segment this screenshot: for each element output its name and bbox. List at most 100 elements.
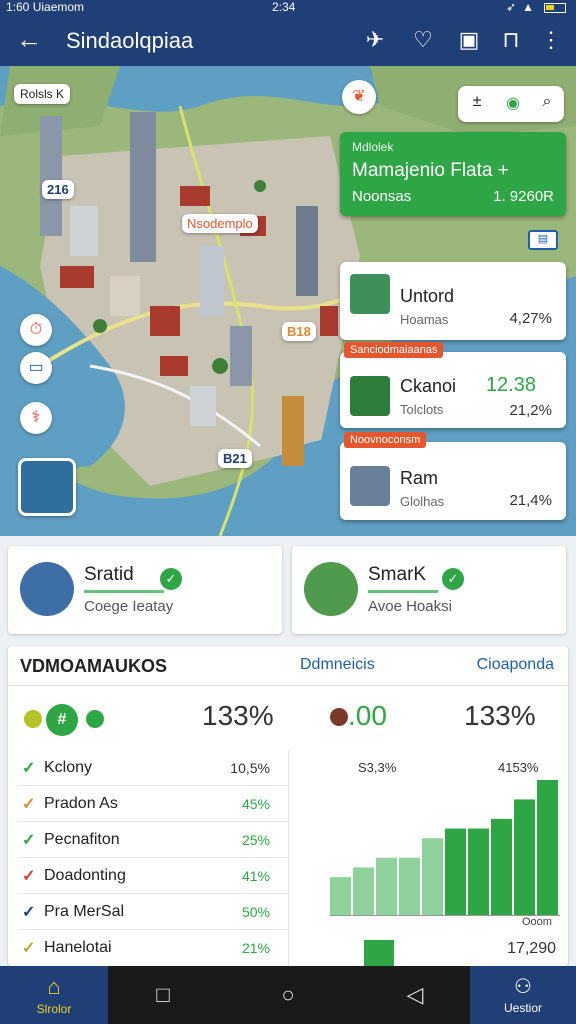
metric-value: 10,5% [230, 760, 270, 776]
camera-icon[interactable]: ▤ [528, 230, 558, 250]
map-pin-label[interactable]: B18 [282, 322, 316, 341]
avatar [304, 562, 358, 616]
poi-subtitle: Tolclots [400, 402, 444, 417]
place-card[interactable]: Sratid ✓ Coege Ieatay [8, 546, 282, 634]
chart-total: 17,290 [507, 940, 556, 957]
poi-name: Ckanoi [400, 376, 457, 396]
place-subtitle: Coege Ieatay [84, 598, 174, 615]
check-icon: ✓ [22, 940, 36, 957]
home-circle-icon[interactable]: ○ [275, 982, 301, 1008]
more-vertical-icon[interactable]: ⋮ [536, 25, 566, 55]
chart-bar [376, 857, 397, 916]
timer-icon[interactable]: ⏱ [20, 314, 52, 346]
calendar-icon[interactable]: ▣ [454, 25, 484, 55]
poi-card[interactable]: Untord Hoamas 4,27% [340, 262, 566, 340]
place-card[interactable]: SmarK ✓ Avoe Hoaksi [292, 546, 566, 634]
hashtag-icon[interactable]: # [46, 704, 78, 736]
check-circle-icon [86, 710, 104, 728]
check-icon: ✓ [22, 796, 36, 813]
metric-value: 41% [241, 868, 270, 884]
status-dot-icon [24, 710, 42, 728]
status-icons: ➶▲ [506, 0, 566, 14]
bottom-nav: ⌂ Slrolor □ ○ ◁ ⚇ Uestior [0, 966, 576, 1024]
place-name: Sratid [84, 564, 134, 585]
metric-value: 21% [241, 940, 270, 956]
map-pin-label[interactable]: Nsodemplo [182, 214, 258, 233]
poi-thumbnail [350, 466, 390, 506]
metric-label: Pradon As [44, 795, 118, 812]
metric-label: Doadonting [44, 867, 126, 884]
list-item[interactable]: ✓ Pecnafiton 25% [18, 822, 288, 858]
place-subtitle: Avoe Hoaksi [368, 598, 452, 615]
chart-bar [514, 799, 535, 916]
heart-icon[interactable]: ♡ [408, 25, 438, 55]
verified-icon: ✓ [442, 568, 464, 590]
list-item[interactable]: ✓ Pra MerSal 50% [18, 894, 288, 930]
metric-label: Pra MerSal [44, 903, 125, 920]
metric-label: Kclony [44, 759, 93, 776]
nav-home-label: Slrolor [36, 1002, 72, 1016]
pin-icon[interactable]: ✈ [360, 25, 390, 55]
poi-card[interactable]: Sanciodmaiaanas Ckanoi Tolclots 12.38 21… [340, 342, 566, 428]
check-icon: ✓ [22, 904, 36, 921]
list-item[interactable]: ✓ Doadonting 41% [18, 858, 288, 894]
globe-icon[interactable]: ◉ [502, 93, 524, 113]
check-icon: ✓ [22, 760, 36, 777]
chart-bar [353, 867, 374, 916]
nav-home[interactable]: ⌂ Slrolor [0, 966, 108, 1024]
back-arrow-icon[interactable]: ← [16, 24, 46, 54]
progress-line [368, 590, 438, 593]
map-layer-chip[interactable]: Rolsls K [14, 84, 71, 104]
home-icon: ⌂ [47, 974, 61, 999]
adjust-icon[interactable]: ± [466, 93, 488, 111]
search-icon[interactable]: ⌕ [536, 93, 558, 111]
bar-chart [330, 780, 560, 916]
mini-bar [364, 940, 394, 966]
column-header: S3,3% [358, 760, 397, 775]
chart-bar [422, 838, 443, 916]
map-toolbox: ± ◉ ⌕ [458, 86, 564, 122]
user-icon: ⚇ [514, 976, 532, 998]
poi-tag: Sanciodmaiaanas [344, 342, 444, 358]
check-icon: ✓ [22, 832, 36, 849]
poi-card[interactable]: Noovnoconsm Ram Glolhas 21,4% [340, 432, 566, 520]
screen-icon[interactable]: ▭ [20, 352, 52, 384]
city-map[interactable]: Rolsls K 216 Nsodemplo B21 B18 ⏱ ▭ ⚕ ❦ ±… [0, 66, 576, 536]
highlight-card[interactable]: Mdlolek Mamajenio Flata + Noonsas 1. 926… [340, 132, 566, 216]
nav-user[interactable]: ⚇ Uestior [470, 966, 576, 1024]
metric-value: 50% [241, 904, 270, 920]
wifi-icon: ▲ [522, 0, 540, 14]
list-item[interactable]: ✓ Hanelotai 21% [18, 930, 288, 966]
chart-bar [330, 877, 351, 916]
chart-footnote: Ooom [522, 916, 552, 928]
highlight-card-title: Mamajenio Flata + [352, 160, 509, 181]
poi-value: 21,4% [509, 492, 552, 509]
stats-link[interactable]: Ddmneicis [300, 656, 375, 674]
metric-label: Hanelotai [44, 939, 112, 956]
metric-label: Pecnafiton [44, 831, 120, 848]
stats-link[interactable]: Cioaponda [477, 656, 554, 674]
column-header: 4153% [498, 760, 539, 775]
status-left: 1:60 Uiaemom [6, 0, 85, 14]
status-bar: 1:60 Uiaemom 2:34 ➶▲ [0, 0, 576, 14]
stethoscope-icon[interactable]: ⚕ [20, 402, 52, 434]
poi-thumbnail [350, 376, 390, 416]
bag-icon[interactable]: ⊓ [496, 25, 526, 55]
battery-icon [544, 2, 566, 13]
stats-panel: VDMOAMAUKOS Ddmneicis Cioaponda # 133% .… [8, 646, 568, 966]
poi-highlight: 12.38 [485, 374, 536, 396]
map-pin-label[interactable]: B21 [218, 449, 252, 468]
place-name: SmarK [368, 564, 427, 585]
avatar [20, 562, 74, 616]
map-pin-label[interactable]: 216 [42, 180, 74, 199]
poi-name: Untord [400, 286, 455, 306]
verified-icon: ✓ [160, 568, 182, 590]
progress-line [84, 590, 164, 593]
highlight-card-value: 1. 9260R [493, 188, 554, 205]
back-triangle-icon[interactable]: ◁ [402, 982, 428, 1008]
fruit-marker-icon[interactable]: ❦ [342, 80, 376, 114]
building-thumbnail[interactable] [18, 458, 76, 516]
list-item[interactable]: ✓ Pradon As 45% [18, 786, 288, 822]
recents-icon[interactable]: □ [150, 982, 176, 1008]
list-item[interactable]: ✓ Kclony 10,5% [18, 750, 288, 786]
